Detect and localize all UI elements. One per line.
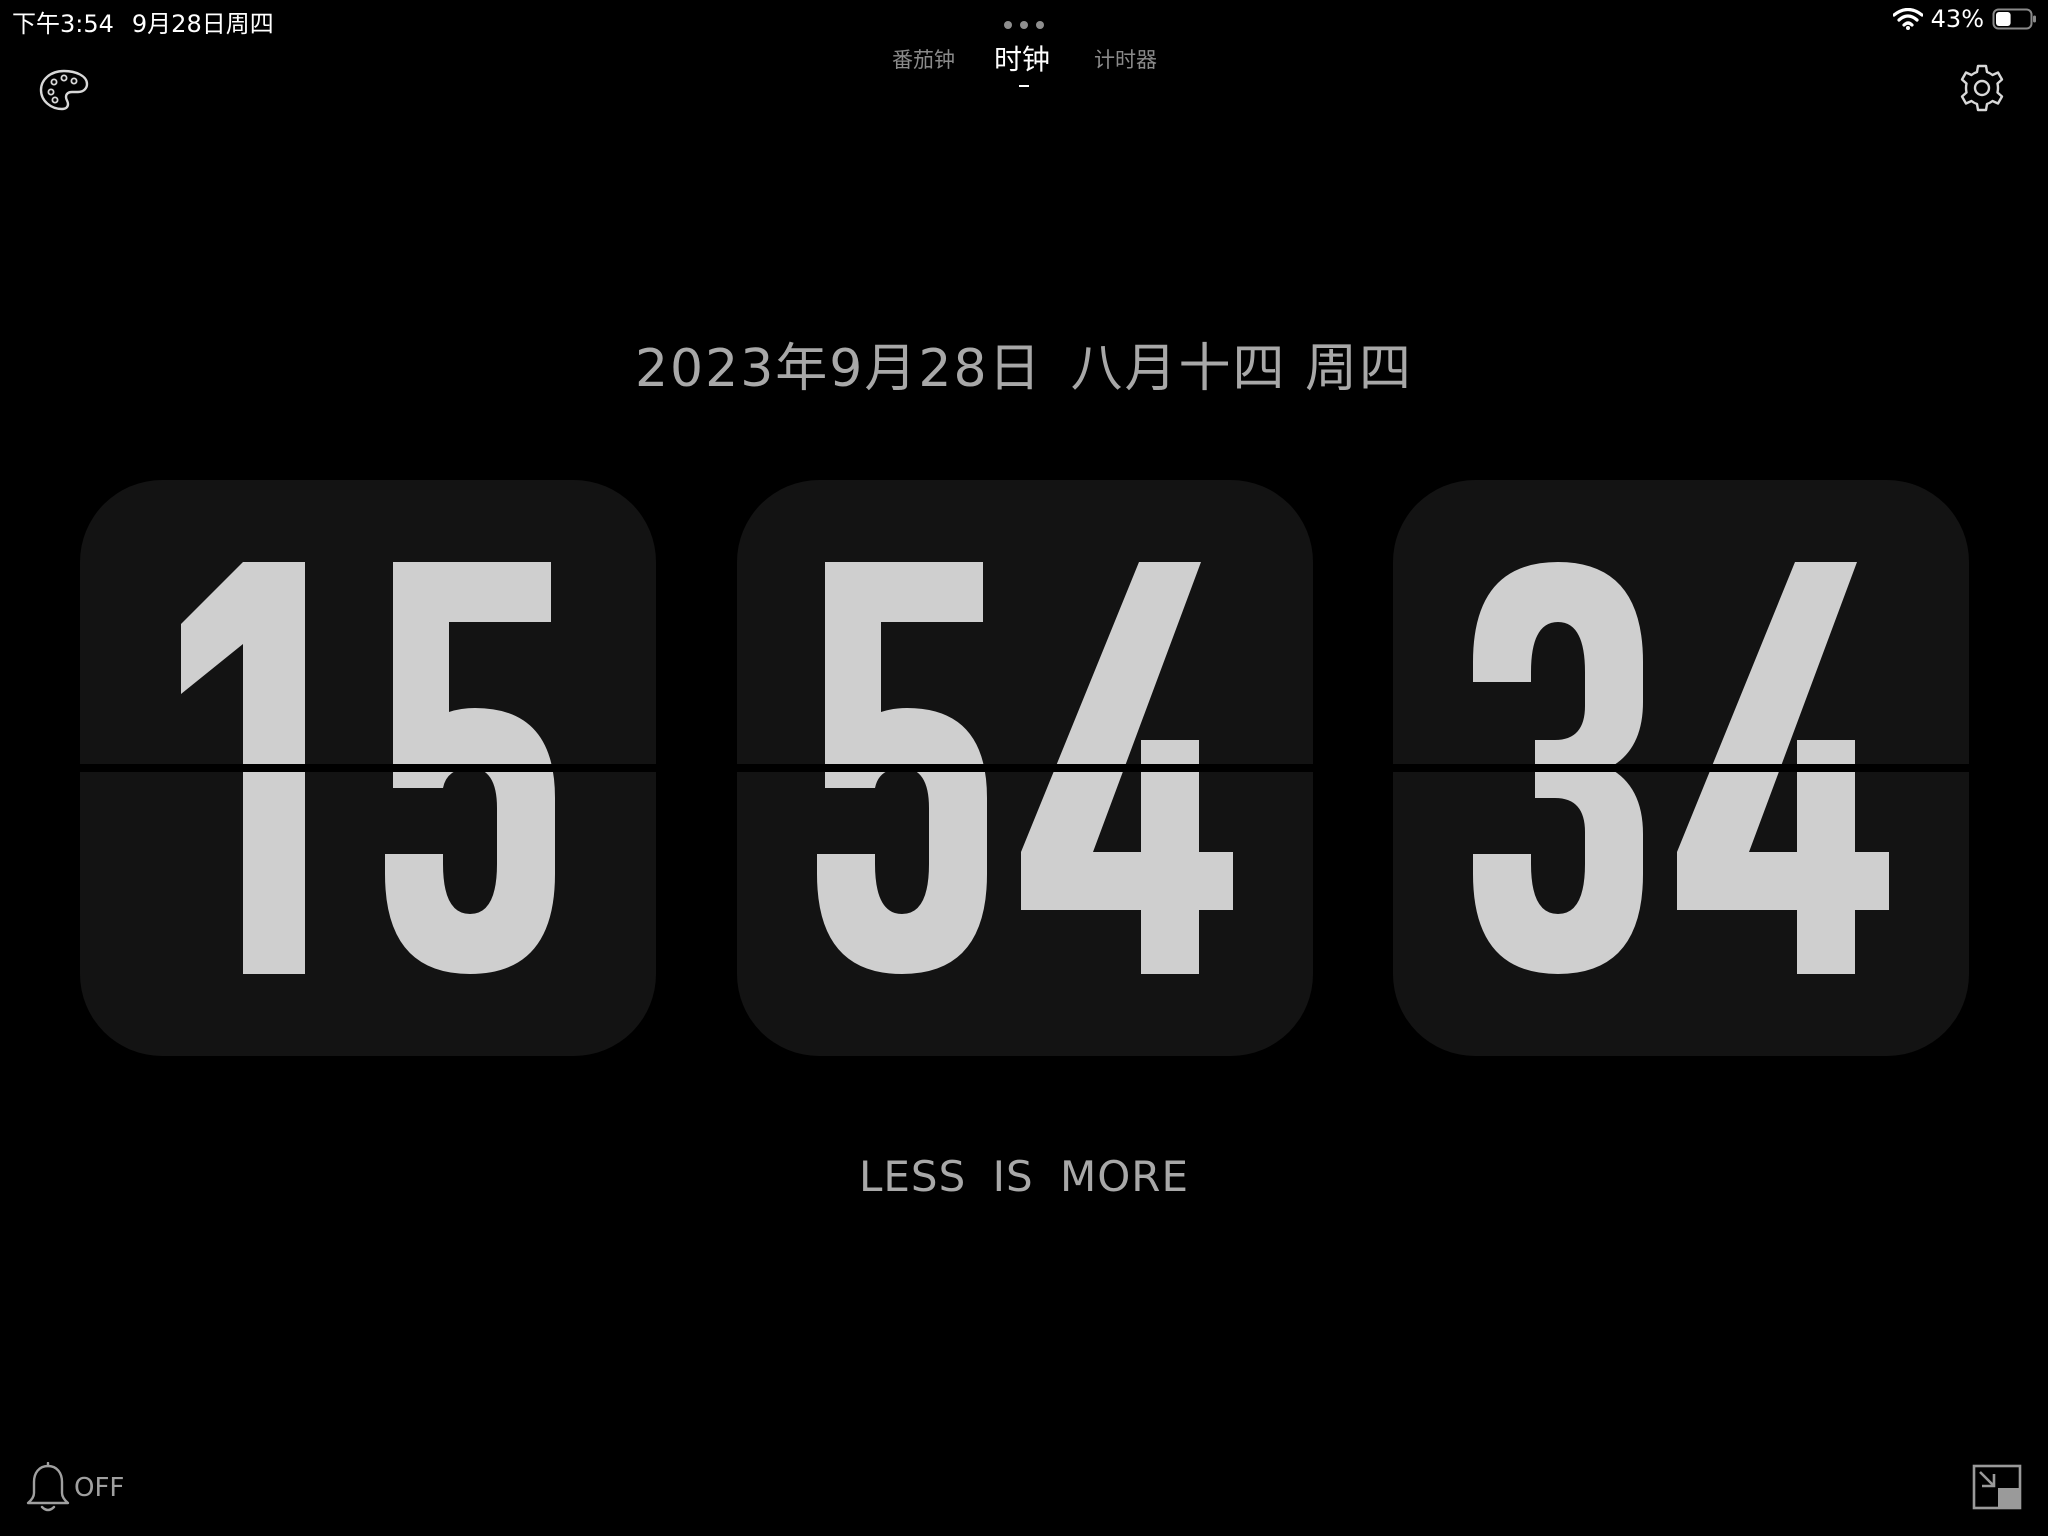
hours-card-divider — [80, 764, 656, 772]
status-date: 9月28日周四 — [131, 10, 274, 38]
seconds-card: 34 — [1393, 480, 1969, 1056]
multitasking-dots-icon[interactable] — [1002, 20, 1046, 30]
gear-icon — [1960, 64, 2004, 112]
battery-percent: 43% — [1930, 5, 1984, 33]
motto-text: LESS IS MORE — [858, 1152, 1190, 1201]
hours-card: 15 — [80, 480, 656, 1056]
battery-icon — [1992, 8, 2036, 30]
mode-tabs: 番茄钟 时钟 计时器 — [0, 43, 2048, 94]
alarm-toggle[interactable]: OFF — [24, 1462, 124, 1514]
clock-screen: 下午3:54 9月28日周四 43% 番茄钟 时钟 计时器 2023年9月28日… — [0, 0, 2048, 1536]
status-time: 下午3:54 — [12, 10, 114, 38]
active-tab-indicator — [1019, 85, 1029, 87]
settings-button[interactable] — [1954, 60, 2010, 116]
bell-icon — [26, 1462, 70, 1512]
status-bar-left: 下午3:54 9月28日周四 — [12, 4, 274, 39]
tab-timer[interactable]: 计时器 — [1094, 44, 1157, 74]
seconds-card-divider — [1393, 764, 1969, 772]
minutes-card-divider — [737, 764, 1313, 772]
tab-pomodoro[interactable]: 番茄钟 — [892, 44, 955, 74]
minutes-card: 54 — [737, 480, 1313, 1056]
picture-in-picture-icon[interactable] — [1972, 1464, 2024, 1512]
date-display: 2023年9月28日 八月十四 周四 — [0, 326, 2048, 401]
tab-clock[interactable]: 时钟 — [994, 38, 1050, 78]
alarm-status-label: OFF — [74, 1473, 125, 1503]
wifi-icon — [1892, 8, 1923, 30]
gregorian-date: 2023年9月28日 — [634, 339, 1043, 399]
status-bar-right: 43% — [1892, 5, 2038, 33]
lunar-date-weekday: 八月十四 周四 — [1070, 339, 1414, 399]
